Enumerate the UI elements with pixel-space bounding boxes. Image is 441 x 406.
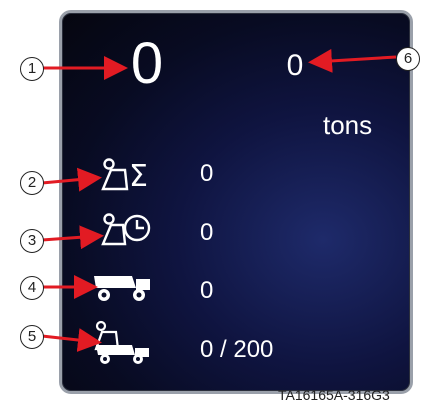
dump-truck-icon bbox=[94, 276, 150, 301]
row-2-value: 0 bbox=[200, 219, 214, 246]
callout-2: 2 bbox=[20, 171, 44, 195]
truck-loading-icon bbox=[94, 320, 149, 364]
callout-3: 3 bbox=[20, 229, 44, 253]
callout-1: 1 bbox=[20, 57, 44, 81]
callout-6: 6 bbox=[396, 47, 420, 71]
payload-value: 0 bbox=[286, 49, 304, 82]
row-3-value: 0 bbox=[200, 277, 214, 304]
payload-sum-icon: Σ bbox=[101, 158, 148, 192]
svg-text:Σ: Σ bbox=[129, 159, 148, 192]
payload-clock-icon bbox=[101, 213, 151, 246]
row-4-value: 0 / 200 bbox=[200, 336, 274, 363]
row-1-value: 0 bbox=[200, 160, 214, 187]
big-counter-value: 0 bbox=[130, 31, 164, 96]
callout-4: 4 bbox=[20, 276, 44, 300]
callout-5: 5 bbox=[20, 325, 44, 349]
figure-id: TA16165A-316G3 bbox=[278, 387, 390, 403]
payload-unit: tons bbox=[323, 110, 373, 140]
